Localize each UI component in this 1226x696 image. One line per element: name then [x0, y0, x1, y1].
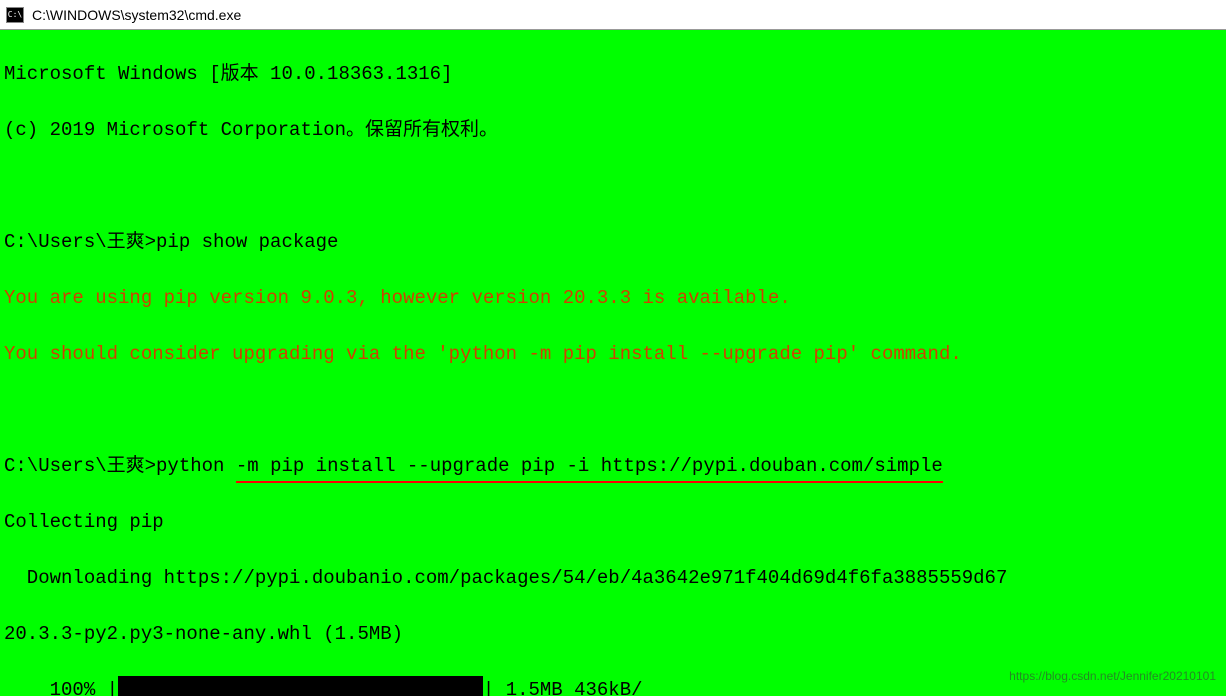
terminal-area[interactable]: Microsoft Windows [版本 10.0.18363.1316] (…: [0, 30, 1226, 696]
title-bar[interactable]: C:\ C:\WINDOWS\system32\cmd.exe: [0, 0, 1226, 30]
prompt-path: C:\Users\王爽>: [4, 455, 156, 477]
command-pre: python: [156, 455, 236, 477]
collecting-line: Collecting pip: [4, 508, 1222, 536]
blank-line: [4, 172, 1222, 200]
window-title: C:\WINDOWS\system32\cmd.exe: [32, 7, 241, 23]
command-text: pip show package: [156, 231, 338, 253]
command-underlined: -m pip install --upgrade pip -i https://…: [236, 452, 943, 480]
progress-percent: 100% |: [4, 679, 118, 696]
header-version: Microsoft Windows [版本 10.0.18363.1316]: [4, 60, 1222, 88]
warning-line-2: You should consider upgrading via the 'p…: [4, 340, 1222, 368]
prompt-path: C:\Users\王爽>: [4, 231, 156, 253]
progress-bar: ████████████████████████████████: [118, 676, 483, 696]
watermark-text: https://blog.csdn.net/Jennifer20210101: [1009, 662, 1216, 690]
blank-line: [4, 396, 1222, 424]
prompt-line-2: C:\Users\王爽>python -m pip install --upgr…: [4, 452, 1222, 480]
progress-suffix: | 1.5MB 436kB/: [483, 679, 643, 696]
prompt-line-1: C:\Users\王爽>pip show package: [4, 228, 1222, 256]
whl-line: 20.3.3-py2.py3-none-any.whl (1.5MB): [4, 620, 1222, 648]
header-copyright: (c) 2019 Microsoft Corporation。保留所有权利。: [4, 116, 1222, 144]
cmd-icon: C:\: [6, 7, 24, 23]
warning-line-1: You are using pip version 9.0.3, however…: [4, 284, 1222, 312]
downloading-line: Downloading https://pypi.doubanio.com/pa…: [4, 564, 1222, 592]
